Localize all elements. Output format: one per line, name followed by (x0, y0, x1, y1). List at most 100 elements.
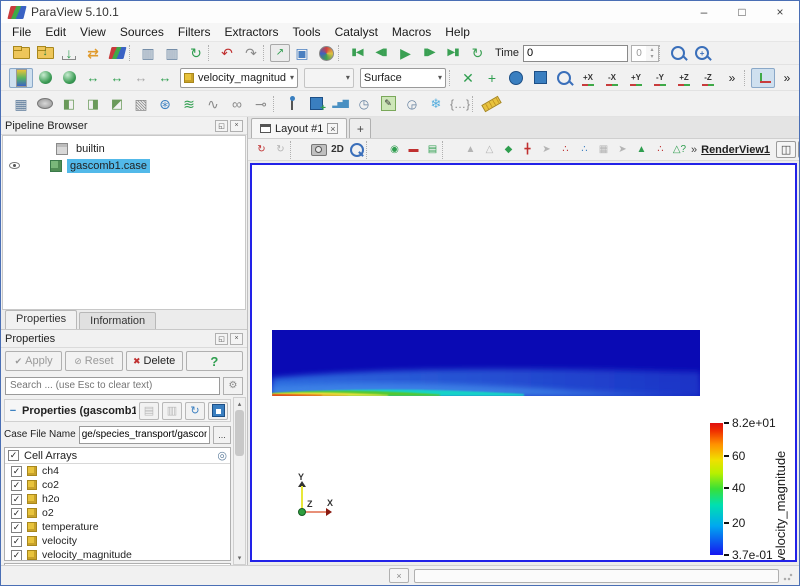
frame-spinner[interactable]: 0 ▴ ▾ (631, 45, 659, 62)
zoom-to-data-over-time-button[interactable] (690, 43, 714, 63)
open-file-button[interactable] (9, 43, 33, 63)
camera-undo-button[interactable]: ↗ (270, 44, 290, 62)
auto-apply-toggle[interactable]: ⇄ (81, 43, 105, 63)
collapse-icon[interactable]: − (7, 405, 19, 417)
axes-overflow-button[interactable]: » (775, 68, 799, 88)
split-horizontal-button[interactable]: ◫ (776, 141, 796, 158)
warp-by-vector-filter-button[interactable]: ∿ (201, 94, 225, 114)
hover-cells-button[interactable]: ➤ (613, 141, 632, 159)
select-points-on-button[interactable]: ▬ (404, 141, 423, 159)
cell-arrays-checkbox[interactable]: ✓ (8, 450, 19, 461)
adjust-camera-button[interactable] (309, 141, 328, 159)
histogram-button[interactable]: ▂▅▇ (328, 94, 352, 114)
select-cells-through-button[interactable]: ▤ (423, 141, 442, 159)
rescale-to-custom-range-button[interactable]: ↔ (105, 68, 129, 88)
search-input[interactable] (5, 377, 220, 395)
zoom-to-box-view-button[interactable] (347, 141, 366, 159)
menu-item[interactable]: File (5, 23, 38, 41)
first-frame-button[interactable]: ▮◀ (345, 43, 369, 63)
play-button[interactable]: ▶ (393, 43, 417, 63)
probe-location-button[interactable] (280, 94, 304, 114)
delete-button[interactable]: ✖Delete (126, 351, 183, 371)
resize-grip[interactable] (783, 571, 793, 581)
reset-button[interactable]: ⊘Reset (65, 351, 122, 371)
cancel-progress-button[interactable]: × (389, 568, 409, 583)
reload-properties-button[interactable]: ↻ (185, 402, 205, 420)
select-points-polygon-button[interactable]: △ (480, 141, 499, 159)
visibility-eye-icon[interactable] (9, 162, 20, 169)
plot-over-time-button[interactable]: ◷ (352, 94, 376, 114)
properties-scrollbar[interactable]: ▴ ▾ (233, 397, 246, 565)
close-dock-icon[interactable]: × (230, 120, 243, 132)
menu-item[interactable]: Filters (171, 23, 218, 41)
hover-points-button[interactable]: ∴ (575, 141, 594, 159)
save-state-button[interactable]: ↓ (57, 43, 81, 63)
menu-item[interactable]: Tools (286, 23, 328, 41)
tab-information[interactable]: Information (79, 312, 156, 329)
cell-array-row[interactable]: ✓ temperature (5, 520, 230, 534)
menu-item[interactable]: Help (438, 23, 477, 41)
ruler-button[interactable] (479, 94, 503, 114)
close-dock-icon[interactable]: × (230, 333, 243, 345)
cell-array-row[interactable]: ✓ velocity (5, 534, 230, 548)
save-data-button[interactable]: ↓ (33, 43, 57, 63)
cell-arrays-header[interactable]: ✓ Cell Arrays ◎ (5, 448, 230, 464)
reset-session-button[interactable]: ↻ (184, 43, 208, 63)
contour-filter-button[interactable] (33, 94, 57, 114)
stream-tracer-filter-button[interactable]: ≋ (177, 94, 201, 114)
float-dock-icon[interactable]: ◱ (215, 120, 228, 132)
cell-array-checkbox[interactable]: ✓ (11, 494, 22, 505)
disconnect-button[interactable]: ▥ (160, 43, 184, 63)
render-view-label[interactable]: RenderView1 (701, 144, 770, 156)
color-legend-bar[interactable]: 8.2e+01 60 40 (710, 423, 723, 555)
rescale-to-data-range-button[interactable]: ↔ (81, 68, 105, 88)
help-button[interactable]: ? (186, 351, 243, 371)
cell-array-row[interactable]: ✓ o2 (5, 506, 230, 520)
radio-target-icon[interactable]: ◎ (217, 449, 227, 462)
selection-help-button[interactable]: △? (670, 141, 689, 159)
loop-button[interactable]: ↻ (465, 43, 489, 63)
grow-selection-button[interactable]: ▦ (594, 141, 613, 159)
plot-over-line-button[interactable]: ✎ (376, 94, 400, 114)
browse-button[interactable]: ... (213, 426, 231, 444)
time-input[interactable] (523, 45, 628, 62)
select-cells-polygon-button[interactable]: ▲ (461, 141, 480, 159)
previous-frame-button[interactable]: ◀▮ (369, 43, 393, 63)
spin-down-icon[interactable]: ▾ (646, 53, 658, 61)
pipeline-item-builtin[interactable]: builtin (3, 140, 245, 157)
menu-item[interactable]: View (73, 23, 113, 41)
colorbar-title[interactable]: velocity_magnitude (773, 417, 788, 562)
gear-icon[interactable]: ⚙ (223, 377, 243, 395)
pipeline-item-gascomb1-case[interactable]: gascomb1.case (3, 157, 245, 174)
case-file-input[interactable] (79, 426, 210, 444)
interactive-select-points-button[interactable]: ➤ (537, 141, 556, 159)
zoom-closest-to-data-button[interactable] (504, 68, 528, 88)
undo-button[interactable]: ↶ (215, 43, 239, 63)
render-view[interactable]: 8.2e+01 60 40 (250, 163, 797, 562)
screenshot-button[interactable]: ▣ (290, 43, 314, 63)
view-toolbar-overflow[interactable]: » (691, 144, 697, 156)
menu-item[interactable]: Catalyst (328, 23, 385, 41)
minimize-button[interactable]: – (685, 1, 723, 23)
zoom-to-data-button[interactable] (666, 43, 690, 63)
cell-array-checkbox[interactable]: ✓ (11, 522, 22, 533)
select-block-button[interactable]: ◆ (499, 141, 518, 159)
save-defaults-button[interactable] (208, 402, 228, 420)
layout-tab-close-icon[interactable]: × (327, 123, 338, 134)
extract-subset-filter-button[interactable]: ▧ (129, 94, 153, 114)
plot-selection-over-time-button[interactable]: ◶ (400, 94, 424, 114)
color-palette-button[interactable] (314, 43, 338, 63)
representation-combo[interactable]: Surface ▾ (360, 68, 446, 88)
component-combo[interactable]: ▾ (304, 68, 354, 88)
cell-array-checkbox[interactable]: ✓ (11, 480, 22, 491)
cell-array-row[interactable]: ✓ co2 (5, 478, 230, 492)
cell-array-checkbox[interactable]: ✓ (11, 550, 22, 561)
scroll-up-icon[interactable]: ▴ (234, 398, 245, 410)
interactive-select-points-data-button[interactable]: ∴ (556, 141, 575, 159)
next-frame-button[interactable]: ▮▶ (417, 43, 441, 63)
calculator-filter-button[interactable]: ▦ (9, 94, 33, 114)
cell-array-checkbox[interactable]: ✓ (11, 466, 22, 477)
rescale-to-visible-range-button[interactable]: ↔ (153, 68, 177, 88)
flow-field-visualization[interactable] (272, 330, 700, 396)
python-calculator-button[interactable]: {…} (448, 94, 472, 114)
